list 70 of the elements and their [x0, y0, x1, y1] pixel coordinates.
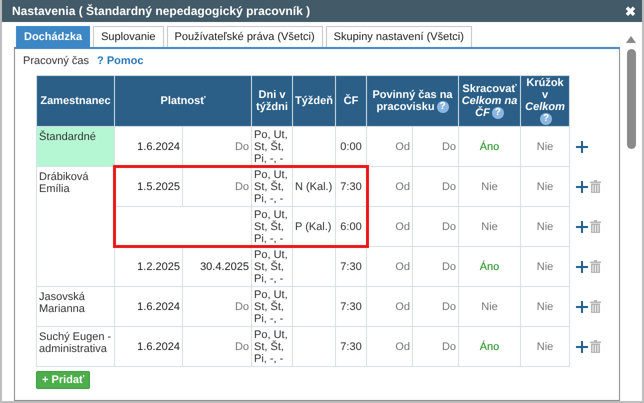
- table-cell: Do: [182, 326, 252, 367]
- table-cell: Od: [366, 246, 412, 287]
- table-cell: Do: [412, 166, 459, 207]
- employee-cell: Štandardné: [36, 126, 114, 167]
- table-cell: 1.6.2024: [114, 326, 182, 367]
- table-cell: Do: [182, 286, 252, 327]
- employee-cell: Suchý Eugen - administrativa: [36, 326, 114, 367]
- tab[interactable]: Používateľské práva (Všetci): [166, 26, 323, 47]
- help-link[interactable]: ? Pomoc: [97, 55, 144, 67]
- add-icon[interactable]: [576, 180, 588, 193]
- tab[interactable]: Skupiny nastavení (Všetci): [326, 26, 472, 47]
- table-cell: Po, Ut, St, Št, Pi, -, -: [252, 206, 292, 247]
- column-header: Skracovať Celkom na ČF ?: [458, 76, 521, 127]
- add-icon[interactable]: [576, 300, 588, 313]
- table-cell: Po, Ut, St, Št, Pi, -, -: [252, 326, 292, 367]
- table-cell: 7:30: [336, 286, 366, 327]
- table-cell: 1.6.2024: [114, 286, 182, 327]
- table-cell: Nie: [458, 166, 521, 207]
- add-icon[interactable]: [576, 220, 588, 233]
- add-icon[interactable]: [576, 340, 588, 353]
- table-cell: Nie: [520, 286, 570, 327]
- table-cell: Od: [366, 206, 412, 247]
- scroll-thumb[interactable]: [626, 49, 636, 149]
- table-cell: Do: [182, 166, 252, 207]
- column-header: Dni v týždni: [252, 76, 292, 127]
- column-header: Povinný čas na pracovisku ?: [366, 76, 459, 127]
- table-cell: 7:30: [336, 326, 366, 367]
- table-cell: 30.4.2025: [182, 246, 252, 287]
- window-title: Nastavenia ( Štandardný nepedagogický pracovník ): [12, 4, 310, 18]
- column-header: Zamestnanec: [36, 76, 114, 127]
- table-cell: N (Kal.): [292, 166, 336, 207]
- table-cell: Do: [412, 286, 459, 327]
- table-cell: Nie: [520, 166, 570, 207]
- table-cell: Áno: [458, 246, 521, 287]
- table-cell: Nie: [458, 206, 521, 247]
- column-header: Platnosť: [114, 76, 252, 127]
- table-cell: Od: [366, 166, 412, 207]
- column-header: Týždeň: [292, 76, 336, 127]
- table-cell: 1.2.2025: [114, 246, 182, 287]
- table-cell: Od: [366, 326, 412, 367]
- tab[interactable]: Suplovanie: [93, 26, 164, 47]
- table-cell: Po, Ut, St, Št, Pi, -, -: [252, 286, 292, 327]
- employee-cell: Jasovská Marianna: [36, 286, 114, 327]
- close-button[interactable]: ✖: [625, 4, 636, 18]
- table-cell: Od: [366, 126, 412, 167]
- table-cell: Do: [412, 326, 459, 367]
- table-cell: Po, Ut, St, Št, Pi, -, -: [252, 166, 292, 207]
- add-icon[interactable]: [576, 260, 588, 273]
- employee-cell: Drábiková Emília: [36, 166, 114, 287]
- tab[interactable]: Dochádzka: [16, 26, 90, 47]
- table-cell: Nie: [520, 326, 570, 367]
- column-header: Krúžok v Celkom ?: [520, 76, 570, 127]
- add-icon[interactable]: [576, 140, 588, 153]
- scroll-up-icon[interactable]: [626, 36, 636, 43]
- table-cell: Do: [412, 246, 459, 287]
- table-cell: Nie: [520, 246, 570, 287]
- table-cell: 7:30: [336, 246, 366, 287]
- table-cell: Áno: [458, 126, 521, 167]
- table-cell: Nie: [458, 286, 521, 327]
- table-cell: P (Kal.): [292, 206, 336, 247]
- table-cell: Po, Ut, St, Št, Pi, -, -: [252, 246, 292, 287]
- table-cell: Nie: [520, 126, 570, 167]
- table-cell: Áno: [458, 326, 521, 367]
- table-cell: Po, Ut, St, Št, Pi, -, -: [252, 126, 292, 167]
- table-cell: Od: [366, 286, 412, 327]
- table-cell: Do: [412, 206, 459, 247]
- column-header: ČF: [336, 76, 366, 127]
- table-cell: Nie: [520, 206, 570, 247]
- section-title: Pracovný čas: [23, 55, 90, 67]
- table-cell: Do: [412, 126, 459, 167]
